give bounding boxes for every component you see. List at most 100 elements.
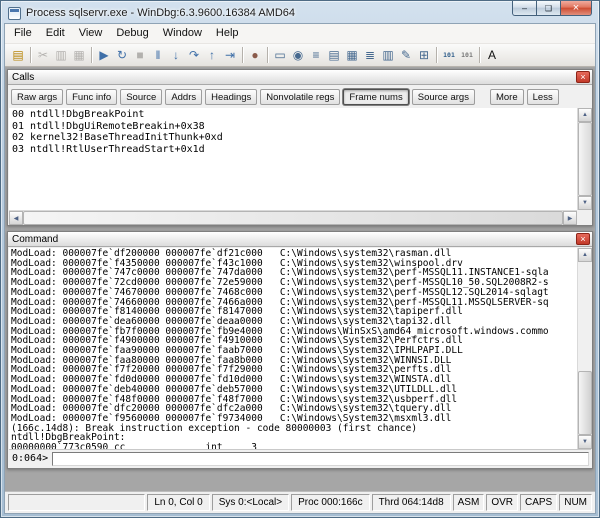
command-vertical-scrollbar[interactable]: ▲ ▼ — [577, 248, 592, 449]
open-source-file-icon[interactable]: ▤ — [9, 46, 27, 65]
toolbar-separator — [264, 46, 271, 65]
call-stack-list[interactable]: 00 ntdll!DbgBreakPoint 01 ntdll!DbgUiRemo… — [9, 108, 577, 210]
command-input-row: 0:064> — [9, 449, 591, 467]
scroll-right-icon[interactable]: ▶ — [563, 211, 577, 225]
call-stack-window-icon[interactable]: ≣ — [361, 46, 379, 65]
scroll-up-icon[interactable]: ▲ — [578, 248, 592, 262]
locals-window-icon[interactable]: ≡ — [307, 46, 325, 65]
scrollbar-thumb[interactable] — [578, 122, 592, 196]
menu-item[interactable]: View — [72, 24, 110, 43]
command-window-icon[interactable]: ▭ — [271, 46, 289, 65]
status-line-col: Ln 0, Col 0 — [147, 494, 210, 511]
toolbar-separator — [433, 46, 440, 65]
menu-item[interactable]: File — [7, 24, 39, 43]
break-icon[interactable]: ‖ — [149, 46, 167, 65]
processes-window-icon[interactable]: ⊞ — [415, 46, 433, 65]
mdi-workspace: Calls × Raw args Func info Source Addrs Head… — [5, 67, 595, 491]
calls-title: Calls — [12, 71, 35, 83]
calls-window: Calls × Raw args Func info Source Addrs Head… — [7, 69, 593, 226]
windbg-app-icon — [8, 6, 21, 20]
menu-item[interactable]: Help — [209, 24, 246, 43]
menu-item[interactable]: Window — [156, 24, 209, 43]
paste-icon[interactable]: ▦ — [70, 46, 88, 65]
status-indicator: OVR — [486, 494, 518, 511]
stop-debugging-icon[interactable]: ■ — [131, 46, 149, 65]
stack-frame[interactable]: 01 ntdll!DbgUiRemoteBreakin+0x38 — [12, 121, 574, 133]
watch-window-icon[interactable]: ◉ — [289, 46, 307, 65]
command-title: Command — [12, 233, 59, 245]
go-icon[interactable]: ▶ — [95, 46, 113, 65]
status-system: Sys 0:<Local> — [211, 494, 290, 511]
command-close-icon[interactable]: × — [576, 233, 590, 245]
scrollbar-thumb[interactable] — [23, 211, 563, 225]
calls-options-toolbar: Raw args Func info Source Addrs Headings Nonv… — [8, 86, 592, 108]
minimize-button[interactable]: – — [512, 1, 537, 16]
frame-nums-button[interactable]: Frame nums — [343, 89, 409, 105]
status-bar: Ln 0, Col 0 Sys 0:<Local> Proc 000:166c … — [5, 491, 595, 513]
func-info-button[interactable]: Func info — [66, 89, 118, 105]
toolbar-separator — [239, 46, 246, 65]
status-indicators: ASM OVR CAPS NUM — [452, 494, 592, 511]
maximize-button[interactable]: ❑ — [536, 1, 561, 16]
registers-window-icon[interactable]: ▤ — [325, 46, 343, 65]
stack-frame[interactable]: 02 kernel32!BaseThreadInitThunk+0xd — [12, 132, 574, 144]
memory-window-icon[interactable]: ▦ — [343, 46, 361, 65]
menu-item[interactable]: Edit — [39, 24, 72, 43]
window-title: Process sqlservr.exe - WinDbg:6.3.9600.1… — [26, 7, 296, 19]
restart-icon[interactable]: ↻ — [113, 46, 131, 65]
scroll-down-icon[interactable]: ▼ — [578, 435, 592, 449]
source-mode-off-icon[interactable]: 101 — [458, 46, 476, 65]
cut-icon[interactable]: ✂ — [34, 46, 52, 65]
toolbar-separator — [476, 46, 483, 65]
menu-item[interactable]: Debug — [109, 24, 155, 43]
status-indicator: NUM — [559, 494, 592, 511]
menu-bar: File Edit View Debug Window Help — [5, 24, 595, 43]
raw-args-button[interactable]: Raw args — [11, 89, 64, 105]
windbg-window: Process sqlservr.exe - WinDbg:6.3.9600.1… — [0, 0, 600, 518]
source-mode-on-icon[interactable]: 101 — [440, 46, 458, 65]
calls-title-bar[interactable]: Calls × — [8, 70, 592, 85]
toolbar-separator — [88, 46, 95, 65]
scroll-up-icon[interactable]: ▲ — [578, 108, 592, 122]
source-args-button[interactable]: Source args — [411, 89, 475, 105]
stack-frame[interactable]: 03 ntdll!RtlUserThreadStart+0x1d — [12, 144, 574, 156]
close-button[interactable]: × — [560, 1, 592, 16]
window-controls: – ❑ × — [512, 1, 592, 16]
copy-icon[interactable]: ▥ — [52, 46, 70, 65]
addrs-button[interactable]: Addrs — [165, 89, 203, 105]
font-icon[interactable]: A — [483, 46, 501, 65]
command-prompt: 0:064> — [12, 453, 49, 464]
scroll-left-icon[interactable]: ◀ — [9, 211, 23, 225]
step-into-icon[interactable]: ↓ — [167, 46, 185, 65]
command-title-bar[interactable]: Command × — [8, 232, 592, 247]
stack-frame[interactable]: 00 ntdll!DbgBreakPoint — [12, 109, 574, 121]
headings-button[interactable]: Headings — [205, 89, 258, 105]
less-button[interactable]: Less — [526, 89, 559, 105]
step-out-icon[interactable]: ↑ — [203, 46, 221, 65]
scrollbar-thumb[interactable] — [578, 371, 592, 435]
step-over-icon[interactable]: ↷ — [185, 46, 203, 65]
toolbar: ▤ ✂ ▥ ▦ ▶ ↻ ■ ‖ ↓ ↷ ↑ ⇥ ● ▭ ◉ ≡ ▤ ▦ ≣ ▥ ✎ ⊞ 101 101 A — [5, 43, 595, 67]
scroll-down-icon[interactable]: ▼ — [578, 196, 592, 210]
app-body: File Edit View Debug Window Help ▤ ✂ ▥ ▦ ▶ ↻ ■ ‖ ↓ ↷ ↑ ⇥… — [4, 23, 596, 514]
calls-close-icon[interactable]: × — [576, 71, 590, 83]
source-button[interactable]: Source — [120, 89, 163, 105]
more-button[interactable]: More — [489, 89, 524, 105]
nonvolatile-regs-button[interactable]: Nonvolatile regs — [260, 89, 341, 105]
status-indicator: CAPS — [519, 494, 558, 511]
disassembly-window-icon[interactable]: ▥ — [379, 46, 397, 65]
status-process: Proc 000:166c — [291, 494, 370, 511]
insert-breakpoint-icon[interactable]: ● — [246, 46, 264, 65]
status-message — [8, 494, 146, 511]
title-bar[interactable]: Process sqlservr.exe - WinDbg:6.3.9600.1… — [1, 1, 599, 23]
status-indicator: ASM — [452, 494, 485, 511]
status-thread: Thrd 064:14d8 — [371, 494, 451, 511]
command-input[interactable] — [52, 451, 589, 466]
command-output[interactable]: ModLoad: 000007fe`df200000 000007fe`df21… — [9, 248, 577, 449]
toolbar-separator — [27, 46, 34, 65]
calls-vertical-scrollbar[interactable]: ▲ ▼ — [577, 108, 592, 210]
calls-horizontal-scrollbar[interactable]: ◀ ▶ — [9, 210, 577, 225]
run-to-cursor-icon[interactable]: ⇥ — [221, 46, 239, 65]
scratch-pad-window-icon[interactable]: ✎ — [397, 46, 415, 65]
command-window: Command × ModLoad: 000007fe`df200000 000… — [7, 231, 593, 469]
